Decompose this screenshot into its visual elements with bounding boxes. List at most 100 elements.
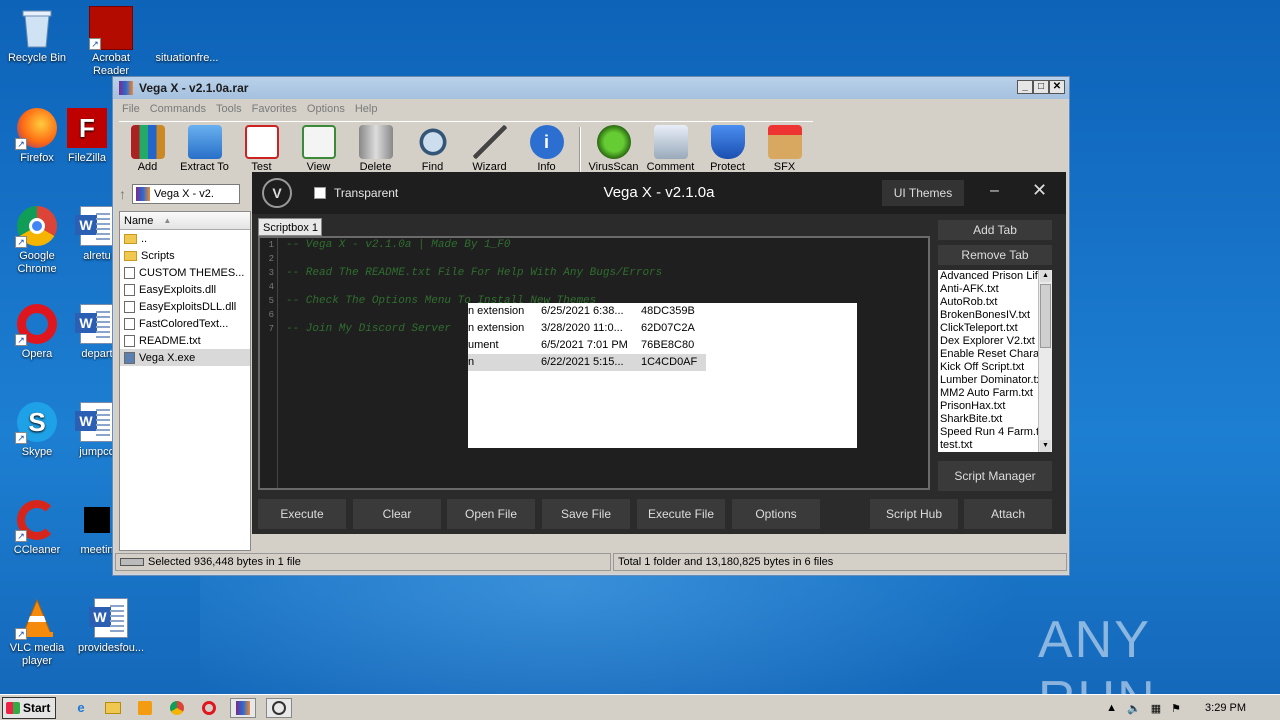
vega-taskbar-icon[interactable] (266, 697, 292, 718)
toolbar-test-button[interactable]: Test (233, 125, 290, 177)
script-item[interactable]: test.txt (938, 439, 1038, 452)
toolbar-info-button[interactable]: i Info (518, 125, 575, 177)
shortcut-arrow-icon: ↗ (15, 236, 27, 248)
script-item[interactable]: Kick Off Script.txt (938, 361, 1038, 374)
execute-file-button[interactable]: Execute File (637, 499, 725, 529)
script-hub-button[interactable]: Script Hub (870, 499, 958, 529)
toolbar-add-button[interactable]: Add (119, 125, 176, 177)
scrollbar-thumb[interactable] (1040, 284, 1051, 348)
menu-tools[interactable]: Tools (211, 103, 247, 115)
execute-button[interactable]: Execute (258, 499, 346, 529)
toolbar-separator (579, 127, 581, 175)
toolbar-sfx-button[interactable]: SFX (756, 125, 813, 177)
list-item[interactable]: CUSTOM THEMES... (120, 264, 250, 281)
list-item[interactable]: EasyExploitsDLL.dll (120, 298, 250, 315)
script-item[interactable]: Enable Reset Character (938, 348, 1038, 361)
options-button[interactable]: Options (732, 499, 820, 529)
toolbar-wizard-button[interactable]: Wizard (461, 125, 518, 177)
list-item[interactable]: FastColoredText... (120, 315, 250, 332)
folder-icon (124, 250, 137, 261)
toolbar-extract-button[interactable]: Extract To (176, 125, 233, 177)
script-manager-button[interactable]: Script Manager (938, 461, 1052, 491)
script-item[interactable]: ClickTeleport.txt (938, 322, 1038, 335)
chrome-taskbar-icon[interactable] (166, 698, 188, 718)
list-item[interactable]: .. (120, 230, 250, 247)
remove-tab-button[interactable]: Remove Tab (938, 245, 1052, 265)
script-item[interactable]: Anti-AFK.txt (938, 283, 1038, 296)
vega-minimize-button[interactable]: – (990, 182, 999, 200)
script-item[interactable]: BrokenBonesIV.txt (938, 309, 1038, 322)
script-item[interactable]: AutoRob.txt (938, 296, 1038, 309)
drive-icon (120, 558, 144, 566)
action-center-flag-icon[interactable]: ⚑ (1171, 702, 1181, 715)
vega-close-button[interactable]: ✕ (1032, 180, 1047, 201)
save-file-button[interactable]: Save File (542, 499, 630, 529)
address-field[interactable]: Vega X - v2. (132, 184, 240, 204)
scroll-down-arrow-icon[interactable]: ▼ (1040, 440, 1051, 452)
desktop-icon-situationfre[interactable]: situationfre... (150, 6, 224, 65)
list-item-selected[interactable]: Vega X.exe (120, 349, 250, 366)
column-header-name[interactable]: Name ▲ (120, 212, 250, 230)
script-item[interactable]: Lumber Dominator.txt (938, 374, 1038, 387)
script-item[interactable]: SharkBite.txt (938, 413, 1038, 426)
desktop-icon-acrobat[interactable]: ↗ Acrobat Reader (74, 6, 148, 78)
menu-options[interactable]: Options (302, 103, 350, 115)
list-item[interactable]: Scripts (120, 247, 250, 264)
ui-themes-button[interactable]: UI Themes (882, 180, 964, 206)
script-list-scrollbar[interactable]: ▲ ▼ (1038, 270, 1052, 452)
toolbar-delete-button[interactable]: Delete (347, 125, 404, 177)
winrar-titlebar[interactable]: Vega X - v2.1.0a.rar _ □ ✕ (113, 77, 1069, 99)
toolbar-comment-button[interactable]: Comment (642, 125, 699, 177)
up-arrow-icon[interactable]: ↑ (119, 186, 126, 202)
explorer-taskbar-icon[interactable] (102, 698, 124, 718)
clear-button[interactable]: Clear (353, 499, 441, 529)
script-list[interactable]: Advanced Prison Life Anti-AFK.txt AutoRo… (938, 270, 1052, 452)
minimize-button[interactable]: _ (1017, 80, 1033, 94)
script-item[interactable]: PrisonHax.txt (938, 400, 1038, 413)
list-item[interactable]: EasyExploits.dll (120, 281, 250, 298)
volume-icon[interactable]: 🔈 (1127, 702, 1141, 715)
menu-help[interactable]: Help (350, 103, 383, 115)
tab-scriptbox-1[interactable]: Scriptbox 1 (258, 218, 322, 236)
open-file-button[interactable]: Open File (447, 499, 535, 529)
tray-expand-icon[interactable]: ▲ (1106, 702, 1117, 714)
toolbar-view-button[interactable]: View (290, 125, 347, 177)
toolbar-find-button[interactable]: Find (404, 125, 461, 177)
menu-favorites[interactable]: Favorites (247, 103, 302, 115)
media-player-taskbar-icon[interactable] (134, 698, 156, 718)
toolbar-protect-button[interactable]: Protect (699, 125, 756, 177)
desktop-icon-ccleaner[interactable]: ↗ CCleaner (0, 498, 74, 557)
clock[interactable]: 3:29 PM (1205, 702, 1246, 714)
start-button[interactable]: Start (2, 696, 56, 719)
winrar-taskbar-icon[interactable] (230, 697, 256, 718)
add-tab-button[interactable]: Add Tab (938, 220, 1052, 240)
script-item[interactable]: MM2 Auto Farm.txt (938, 387, 1038, 400)
vega-x-window: V Transparent Vega X - v2.1.0a UI Themes… (252, 172, 1066, 534)
menu-file[interactable]: File (117, 103, 145, 115)
list-item[interactable]: README.txt (120, 332, 250, 349)
desktop-icon-providesfou[interactable]: W providesfou... (74, 596, 148, 655)
status-bar: Selected 936,448 bytes in 1 file Total 1… (115, 553, 1067, 571)
desktop-icon-opera[interactable]: ↗ Opera (0, 302, 74, 361)
menu-commands[interactable]: Commands (145, 103, 211, 115)
opera-taskbar-icon[interactable] (198, 698, 220, 718)
script-item[interactable]: Speed Run 4 Farm.txt (938, 426, 1038, 439)
desktop-icon-vlc[interactable]: ↗ VLC media player (0, 596, 74, 668)
close-button[interactable]: ✕ (1049, 80, 1065, 94)
script-item[interactable]: Advanced Prison Life (938, 270, 1038, 283)
desktop-icon-filezilla[interactable]: F FileZilla (62, 106, 112, 165)
desktop-icon-recycle-bin[interactable]: Recycle Bin (0, 6, 74, 65)
script-item[interactable]: Dex Explorer V2.txt (938, 335, 1038, 348)
shortcut-arrow-icon: ↗ (15, 138, 27, 150)
vega-titlebar[interactable]: V Transparent Vega X - v2.1.0a UI Themes… (252, 172, 1066, 214)
network-icon[interactable]: ▦ (1151, 702, 1161, 715)
desktop-icon-skype[interactable]: S ↗ Skype (0, 400, 74, 459)
maximize-button[interactable]: □ (1033, 80, 1049, 94)
desktop-icon-chrome[interactable]: ↗ Google Chrome (0, 204, 74, 276)
firefox-icon: ↗ (15, 106, 59, 150)
attach-button[interactable]: Attach (964, 499, 1052, 529)
toolbar-virusscan-button[interactable]: VirusScan (585, 125, 642, 177)
ie-taskbar-icon[interactable]: e (70, 698, 92, 718)
scroll-up-arrow-icon[interactable]: ▲ (1040, 270, 1051, 282)
